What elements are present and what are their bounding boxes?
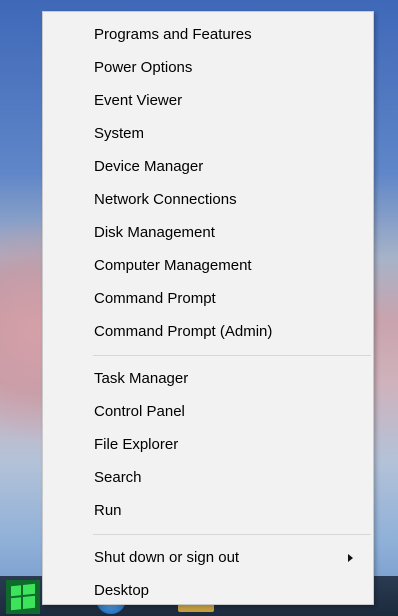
chevron-right-icon xyxy=(348,553,353,562)
menu-item-programs-and-features[interactable]: Programs and Features xyxy=(43,18,373,51)
menu-item-file-explorer[interactable]: File Explorer xyxy=(43,428,373,461)
menu-item-computer-management[interactable]: Computer Management xyxy=(43,249,373,282)
menu-item-disk-management[interactable]: Disk Management xyxy=(43,216,373,249)
menu-item-power-options[interactable]: Power Options xyxy=(43,51,373,84)
menu-item-search[interactable]: Search xyxy=(43,461,373,494)
menu-item-system[interactable]: System xyxy=(43,117,373,150)
menu-item-task-manager[interactable]: Task Manager xyxy=(43,362,373,395)
menu-item-command-prompt-admin[interactable]: Command Prompt (Admin) xyxy=(43,315,373,348)
menu-item-run[interactable]: Run xyxy=(43,494,373,527)
start-button[interactable] xyxy=(6,580,40,614)
menu-separator xyxy=(93,355,371,356)
menu-item-device-manager[interactable]: Device Manager xyxy=(43,150,373,183)
desktop-background: Programs and Features Power Options Even… xyxy=(0,0,398,616)
menu-item-network-connections[interactable]: Network Connections xyxy=(43,183,373,216)
menu-separator xyxy=(93,534,371,535)
menu-item-label: Shut down or sign out xyxy=(94,549,240,566)
menu-item-desktop[interactable]: Desktop xyxy=(43,574,373,607)
windows-logo-icon xyxy=(11,583,35,611)
quick-link-menu: Programs and Features Power Options Even… xyxy=(42,11,374,605)
menu-item-event-viewer[interactable]: Event Viewer xyxy=(43,84,373,117)
menu-item-shut-down-or-sign-out[interactable]: Shut down or sign out xyxy=(43,541,373,574)
menu-item-command-prompt[interactable]: Command Prompt xyxy=(43,282,373,315)
menu-item-control-panel[interactable]: Control Panel xyxy=(43,395,373,428)
